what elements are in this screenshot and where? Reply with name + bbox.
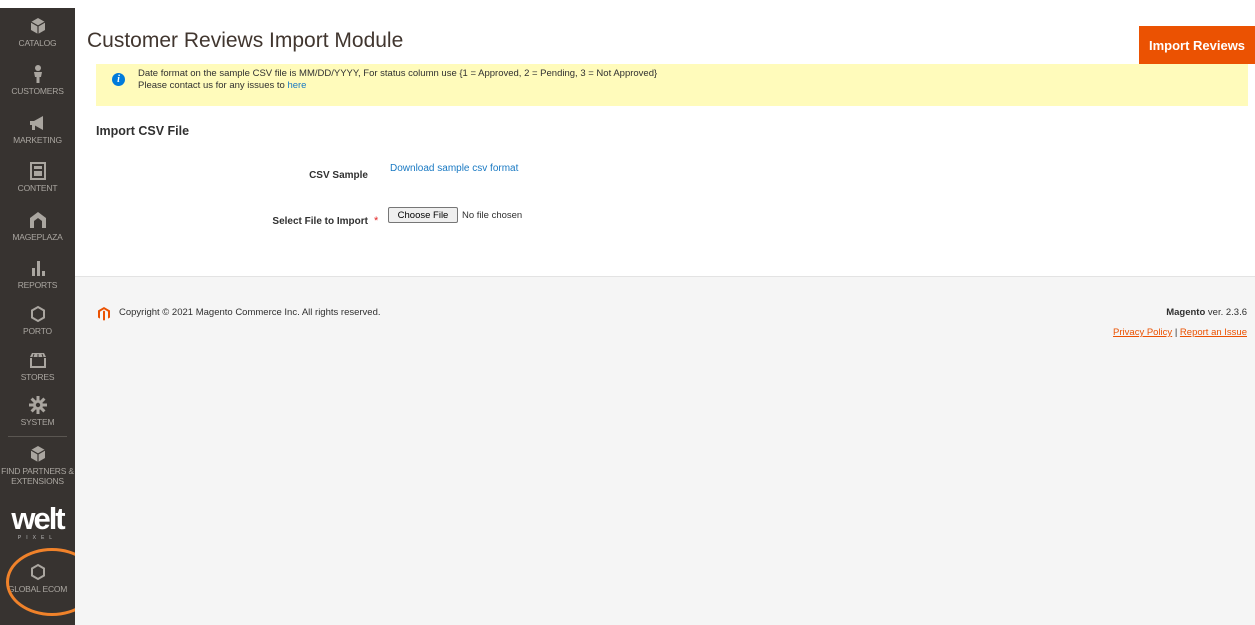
storefront-icon [29,353,46,368]
sidebar-item-label: CATALOG [18,38,57,48]
sidebar-item-label: CONTENT [17,183,58,193]
version-info: Magento ver. 2.3.6 [1166,307,1247,318]
admin-sidebar: CATALOG CUSTOMERS MARKETING CONTENT MAGE… [0,8,75,625]
sidebar-item-label: MARKETING [13,135,62,145]
copyright-text: Copyright © 2021 Magento Commerce Inc. A… [119,307,381,318]
csv-sample-label: CSV Sample [309,170,368,181]
sidebar-item-customers[interactable]: CUSTOMERS [0,62,75,108]
notice-text-date-format: Date format on the sample CSV file is MM… [138,68,658,79]
sidebar-item-label: REPORTS [17,280,58,290]
mageplaza-logo-icon [29,212,46,228]
sidebar-item-stores[interactable]: STORES [0,324,75,382]
main-content: i Date format on the sample CSV file is … [75,64,1255,276]
sidebar-item-label: GLOBAL ECOM [7,584,68,594]
file-status-text: No file chosen [462,210,523,221]
privacy-policy-link[interactable]: Privacy Policy [1113,327,1172,338]
sidebar-item-system[interactable]: SYSTEM [0,393,75,439]
hexagon-icon [30,563,45,581]
magento-logo-icon [98,307,110,321]
sidebar-item-label: FIND PARTNERS & EXTENSIONS [1,466,74,486]
hexagon-icon [30,305,45,323]
layout-icon [29,162,46,180]
report-issue-link[interactable]: Report an Issue [1180,327,1247,338]
sidebar-divider [8,436,67,437]
page-footer: Copyright © 2021 Magento Commerce Inc. A… [75,277,1255,625]
sidebar-item-find-partners[interactable]: FIND PARTNERS & EXTENSIONS [0,442,75,490]
select-file-label: Select File to Import [272,216,368,227]
page-header: Customer Reviews Import Module Import Re… [75,8,1255,68]
info-notice: i Date format on the sample CSV file is … [96,64,1248,106]
sidebar-item-label: SYSTEM [20,417,55,427]
bar-chart-icon [31,261,45,276]
person-icon [33,65,42,83]
link-separator: | [1174,327,1178,338]
section-title: Import CSV File [96,124,190,138]
sidebar-item-reports[interactable]: REPORTS [0,256,75,302]
import-reviews-button[interactable]: Import Reviews [1139,26,1255,64]
version-text: ver. 2.3.6 [1207,307,1247,318]
box-icon [30,446,45,462]
sidebar-item-content[interactable]: CONTENT [0,159,75,205]
sidebar-item-mageplaza[interactable]: MAGEPLAZA [0,208,75,254]
sidebar-item-label: STORES [20,372,55,382]
footer-links: Privacy Policy | Report an Issue [1113,327,1247,338]
required-asterisk: * [374,215,379,227]
sidebar-item-label: CUSTOMERS [11,86,64,96]
info-icon: i [112,73,125,86]
notice-text-contact: Please contact us for any issues to here [138,80,307,91]
contact-here-link[interactable]: here [287,80,306,91]
magento-brand: Magento [1166,307,1206,318]
gear-icon [28,396,47,414]
top-bar [0,0,1255,8]
download-sample-csv-link[interactable]: Download sample csv format [390,163,518,174]
sidebar-item-marketing[interactable]: MARKETING [0,111,75,157]
page-title: Customer Reviews Import Module [87,29,404,52]
cube-icon [30,18,45,34]
sidebar-item-label: MAGEPLAZA [12,232,63,242]
megaphone-icon [29,116,43,130]
sidebar-item-global-ecom[interactable]: GLOBAL ECOM [0,560,75,606]
choose-file-button[interactable]: Choose File [388,207,458,223]
sidebar-item-catalog[interactable]: CATALOG [0,14,75,60]
welt-pixel-logo[interactable]: welt PIXEL [0,503,75,554]
